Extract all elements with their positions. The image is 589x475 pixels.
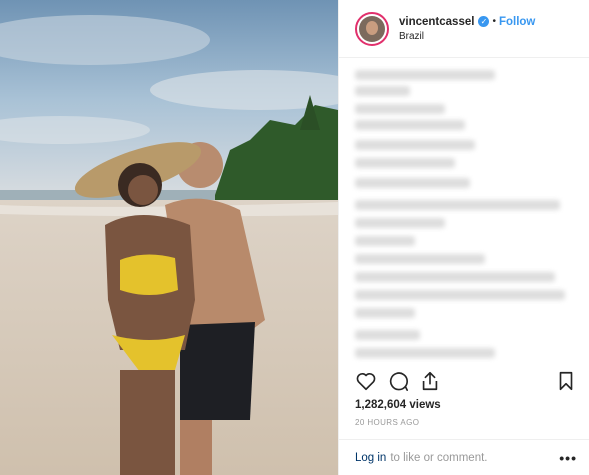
blurred-text-line [355, 308, 415, 318]
comment-icon[interactable] [387, 370, 409, 392]
share-icon[interactable] [419, 370, 441, 392]
bookmark-icon[interactable] [555, 370, 577, 392]
post-sidebar: vincentcassel ✓ • Follow Brazil 1,282,60… [338, 0, 589, 475]
heart-icon[interactable] [355, 370, 377, 392]
blurred-text-line [355, 272, 555, 282]
login-footer: Log in to like or comment. ••• [339, 439, 589, 475]
blurred-text-line [355, 218, 445, 228]
beach-couple-photo [0, 0, 338, 475]
blurred-text-line [355, 120, 465, 130]
post-header: vincentcassel ✓ • Follow Brazil [339, 0, 589, 58]
username-link[interactable]: vincentcassel [399, 16, 474, 28]
header-info: vincentcassel ✓ • Follow Brazil [399, 16, 535, 42]
blurred-text-line [355, 104, 445, 114]
blurred-text-line [355, 330, 420, 340]
verified-badge-icon: ✓ [478, 16, 490, 27]
blurred-caption-area [355, 68, 580, 358]
avatar-image [359, 15, 385, 42]
blurred-text-line [355, 348, 495, 358]
header-row: vincentcassel ✓ • Follow [399, 16, 535, 28]
blurred-text-line [355, 290, 565, 300]
blurred-text-line [355, 200, 560, 210]
blurred-text-line [355, 86, 410, 96]
blurred-text-line [355, 70, 495, 80]
separator-dot: • [492, 16, 496, 27]
location-link[interactable]: Brazil [399, 31, 535, 42]
avatar[interactable] [355, 11, 389, 46]
blurred-text-line [355, 236, 415, 246]
blurred-text-line [355, 178, 470, 188]
blurred-text-line [355, 140, 475, 150]
view-count[interactable]: 1,282,604 views [355, 399, 441, 411]
instagram-post: vincentcassel ✓ • Follow Brazil 1,282,60… [0, 0, 589, 475]
follow-button[interactable]: Follow [499, 16, 535, 28]
login-prompt-text: to like or comment. [390, 451, 488, 464]
blurred-text-line [355, 158, 455, 168]
action-bar [355, 368, 577, 394]
blurred-text-line [355, 254, 485, 264]
post-timestamp[interactable]: 20 HOURS AGO [355, 418, 419, 427]
more-options-icon[interactable]: ••• [559, 451, 577, 465]
post-photo[interactable] [0, 0, 338, 475]
login-link[interactable]: Log in [355, 452, 386, 464]
